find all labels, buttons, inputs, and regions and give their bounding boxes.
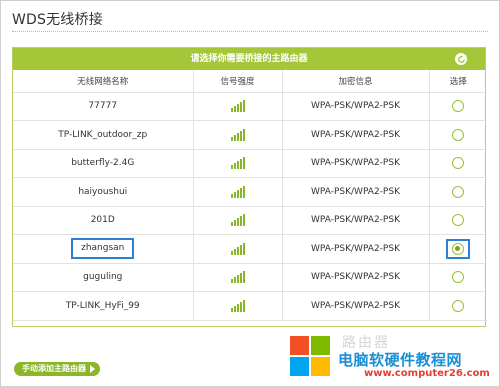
signal-strength-icon bbox=[230, 271, 245, 284]
table-row[interactable]: zhangsan WPA-PSK/WPA2-PSK bbox=[13, 234, 487, 264]
ssid-cell: haiyoushui bbox=[13, 177, 194, 207]
signal-cell bbox=[193, 291, 283, 321]
ssid-label: butterfly-2.4G bbox=[71, 158, 135, 169]
table-row[interactable]: haiyoushui WPA-PSK/WPA2-PSK bbox=[13, 177, 487, 207]
panel-header: 请选择你需要桥接的主路由器 bbox=[13, 48, 485, 70]
ssid-cell: TP-LINK_HyFi_99 bbox=[13, 291, 194, 321]
signal-cell bbox=[193, 149, 283, 178]
ssid-cell: guguling bbox=[13, 263, 194, 292]
select-radio[interactable] bbox=[452, 128, 465, 141]
signal-cell bbox=[193, 120, 283, 150]
encryption-cell: WPA-PSK/WPA2-PSK bbox=[282, 92, 430, 121]
select-radio[interactable] bbox=[452, 242, 465, 255]
refresh-icon[interactable] bbox=[455, 53, 467, 65]
table-row[interactable]: butterfly-2.4G WPA-PSK/WPA2-PSK bbox=[13, 149, 487, 178]
windows-logo-icon bbox=[290, 336, 330, 376]
ssid-cell: zhangsan bbox=[13, 234, 194, 264]
router-select-panel: 请选择你需要桥接的主路由器 无线网络名称 信号强度 加密信息 选择 77777 W… bbox=[12, 47, 487, 327]
select-cell bbox=[429, 206, 487, 235]
table-row[interactable]: TP-LINK_outdoor_zp WPA-PSK/WPA2-PSK bbox=[13, 120, 487, 150]
ssid-label: TP-LINK_outdoor_zp bbox=[58, 129, 148, 140]
encryption-cell: WPA-PSK/WPA2-PSK bbox=[282, 263, 430, 292]
signal-strength-icon bbox=[230, 100, 245, 113]
encryption-cell: WPA-PSK/WPA2-PSK bbox=[282, 206, 430, 235]
ssid-label: 201D bbox=[90, 215, 115, 226]
select-cell bbox=[429, 263, 487, 292]
column-header-signal: 信号强度 bbox=[193, 70, 283, 93]
column-header-select: 选择 bbox=[429, 70, 487, 93]
ssid-label: zhangsan bbox=[71, 238, 135, 260]
signal-strength-icon bbox=[230, 157, 245, 170]
column-header-ssid: 无线网络名称 bbox=[13, 70, 194, 93]
watermark-text: 电脑软硬件教程网 bbox=[338, 351, 463, 369]
signal-strength-icon bbox=[230, 128, 245, 141]
encryption-cell: WPA-PSK/WPA2-PSK bbox=[282, 149, 430, 178]
watermark-url: www.computer26.com bbox=[364, 368, 490, 379]
signal-strength-icon bbox=[230, 242, 245, 255]
table-row[interactable]: 77777 WPA-PSK/WPA2-PSK bbox=[13, 92, 487, 121]
ssid-label: 77777 bbox=[88, 101, 118, 112]
signal-cell bbox=[193, 177, 283, 207]
column-header-encryption: 加密信息 bbox=[282, 70, 430, 93]
encryption-cell: WPA-PSK/WPA2-PSK bbox=[282, 234, 430, 264]
select-radio[interactable] bbox=[452, 214, 465, 227]
selected-highlight bbox=[446, 238, 471, 259]
signal-strength-icon bbox=[230, 214, 245, 227]
ssid-label: guguling bbox=[83, 272, 123, 283]
manual-add-router-button[interactable]: 手动添加主路由器 bbox=[14, 362, 100, 376]
watermark: 路由器 电脑软硬件教程网 www.computer26.com bbox=[290, 332, 495, 382]
select-radio[interactable] bbox=[452, 271, 465, 284]
select-radio[interactable] bbox=[452, 157, 465, 170]
page-title: WDS无线桥接 bbox=[12, 12, 103, 28]
encryption-cell: WPA-PSK/WPA2-PSK bbox=[282, 291, 430, 321]
signal-cell bbox=[193, 92, 283, 121]
ssid-cell: TP-LINK_outdoor_zp bbox=[13, 120, 194, 150]
table-row[interactable]: TP-LINK_HyFi_99 WPA-PSK/WPA2-PSK bbox=[13, 291, 487, 321]
select-cell bbox=[429, 92, 487, 121]
table-row[interactable]: 201D WPA-PSK/WPA2-PSK bbox=[13, 206, 487, 235]
encryption-cell: WPA-PSK/WPA2-PSK bbox=[282, 177, 430, 207]
select-radio[interactable] bbox=[452, 185, 465, 198]
ssid-cell: 77777 bbox=[13, 92, 194, 121]
signal-strength-icon bbox=[230, 299, 245, 312]
panel-header-text: 请选择你需要桥接的主路由器 bbox=[190, 54, 308, 64]
table-header-row: 无线网络名称 信号强度 加密信息 选择 bbox=[13, 70, 487, 93]
select-radio[interactable] bbox=[452, 100, 465, 113]
ssid-label: TP-LINK_HyFi_99 bbox=[65, 300, 140, 311]
ssid-label: haiyoushui bbox=[78, 186, 128, 197]
encryption-cell: WPA-PSK/WPA2-PSK bbox=[282, 120, 430, 150]
select-cell bbox=[429, 149, 487, 178]
signal-cell bbox=[193, 263, 283, 292]
router-table: 无线网络名称 信号强度 加密信息 选择 77777 WPA-PSK/WPA2-PS… bbox=[13, 70, 487, 321]
signal-cell bbox=[193, 206, 283, 235]
ssid-cell: butterfly-2.4G bbox=[13, 149, 194, 178]
select-radio[interactable] bbox=[452, 299, 465, 312]
signal-cell bbox=[193, 234, 283, 264]
select-cell bbox=[429, 120, 487, 150]
ssid-cell: 201D bbox=[13, 206, 194, 235]
select-cell bbox=[429, 291, 487, 321]
title-divider bbox=[12, 31, 488, 32]
select-cell bbox=[429, 234, 487, 264]
select-cell bbox=[429, 177, 487, 207]
signal-strength-icon bbox=[230, 185, 245, 198]
table-row[interactable]: guguling WPA-PSK/WPA2-PSK bbox=[13, 263, 487, 292]
